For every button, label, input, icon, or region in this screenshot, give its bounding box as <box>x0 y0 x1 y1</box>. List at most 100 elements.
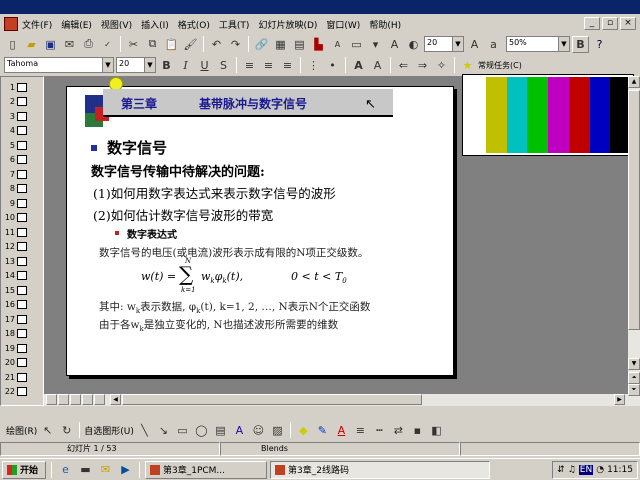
horizontal-scrollbar[interactable]: ◀ ▶ <box>44 394 628 406</box>
paste-icon[interactable]: 📋 <box>163 36 180 53</box>
wordart-insert-icon[interactable]: A <box>231 422 248 439</box>
font-increase-icon[interactable]: A <box>466 36 483 53</box>
hscroll-left-icon[interactable]: ◀ <box>110 394 121 405</box>
3d-icon[interactable]: ◧ <box>428 422 445 439</box>
spell-icon[interactable]: ✓ <box>99 36 116 53</box>
slide-thumb-9[interactable]: 9 <box>3 197 43 209</box>
oval-icon[interactable]: ◯ <box>193 422 210 439</box>
select-arrow-icon[interactable]: ↖ <box>39 422 56 439</box>
bold-toggle[interactable]: B <box>572 35 589 53</box>
save-icon[interactable]: ▣ <box>42 36 59 53</box>
menu-file[interactable]: 文件(F) <box>22 18 52 31</box>
common-tasks-icon[interactable]: ★ <box>459 57 476 74</box>
align-right-icon[interactable]: ≡ <box>279 57 296 74</box>
expand-icon[interactable]: ▾ <box>367 36 384 53</box>
rectangle-icon[interactable]: ▭ <box>174 422 191 439</box>
network-icon[interactable]: ⇵ <box>557 465 565 475</box>
color-preview-window[interactable] <box>462 74 634 156</box>
align-left-icon[interactable]: ≡ <box>241 57 258 74</box>
restore-icon[interactable]: ▫ <box>602 17 618 30</box>
open-icon[interactable]: ▰ <box>23 36 40 53</box>
bullets-icon[interactable]: • <box>324 57 341 74</box>
menu-insert[interactable]: 插入(I) <box>141 18 169 31</box>
tray-icon[interactable]: ◔ <box>596 465 604 475</box>
autoshapes-button[interactable]: 自选图形(U) <box>84 424 134 437</box>
arrow-icon[interactable]: ↘ <box>155 422 172 439</box>
slide-thumb-16[interactable]: 16 <box>3 299 43 311</box>
scroll-up-icon[interactable]: ▲ <box>628 76 640 88</box>
scroll-down-icon[interactable]: ▼ <box>628 358 640 370</box>
line-style-icon[interactable]: ≡ <box>352 422 369 439</box>
volume-icon[interactable]: ♫ <box>568 465 576 475</box>
font-size-combo-2[interactable]: 20 ▼ <box>116 57 156 73</box>
format-painter-icon[interactable]: 🖌 <box>182 36 199 53</box>
menu-format[interactable]: 格式(O) <box>178 18 210 31</box>
scroll-thumb[interactable] <box>628 90 640 330</box>
grayscale-icon[interactable]: ◐ <box>405 36 422 53</box>
redo-icon[interactable]: ↷ <box>227 36 244 53</box>
tables-icon[interactable]: ▦ <box>272 36 289 53</box>
email-icon[interactable]: ✉ <box>61 36 78 53</box>
view-sorter-icon[interactable] <box>82 394 93 405</box>
media-icon[interactable]: ▶ <box>117 461 134 478</box>
slide-thumb-19[interactable]: 19 <box>3 342 43 354</box>
start-button[interactable]: 开始 <box>2 460 46 479</box>
slide-thumb-11[interactable]: 11 <box>3 226 43 238</box>
print-icon[interactable]: ⎙ <box>80 36 97 53</box>
zoom-combo[interactable]: 50% ▼ <box>506 36 570 52</box>
picture-icon[interactable]: ▨ <box>269 422 286 439</box>
next-slide-icon[interactable]: ⏷ <box>628 384 640 396</box>
new-slide-icon[interactable]: ▭ <box>348 36 365 53</box>
ie-icon[interactable]: e <box>57 461 74 478</box>
numbering-icon[interactable]: ⋮ <box>305 57 322 74</box>
slide-thumb-3[interactable]: 3 <box>3 110 43 122</box>
hscroll-thumb[interactable] <box>122 394 422 405</box>
common-tasks-button[interactable]: 常规任务(C) <box>478 60 522 71</box>
new-icon[interactable]: ▯ <box>4 36 21 53</box>
slide-thumb-8[interactable]: 8 <box>3 183 43 195</box>
help-icon[interactable]: ? <box>591 36 608 53</box>
slide-thumb-14[interactable]: 14 <box>3 270 43 282</box>
font-name-combo[interactable]: Tahoma ▼ <box>4 57 114 73</box>
italic-button[interactable]: I <box>177 57 194 74</box>
shadow-button[interactable]: S <box>215 57 232 74</box>
menu-help[interactable]: 帮助(H) <box>369 18 401 31</box>
input-method-icon[interactable]: EN <box>578 464 594 475</box>
animation-icon[interactable]: ✧ <box>433 57 450 74</box>
font-color-icon[interactable]: A <box>333 422 350 439</box>
hscroll-right-icon[interactable]: ▶ <box>614 394 625 405</box>
prev-slide-icon[interactable]: ⏶ <box>628 372 640 384</box>
slide-thumb-6[interactable]: 6 <box>3 154 43 166</box>
slide-thumb-15[interactable]: 15 <box>3 284 43 296</box>
desktop-icon[interactable]: ▬ <box>77 461 94 478</box>
dash-style-icon[interactable]: ┅ <box>371 422 388 439</box>
copy-icon[interactable]: ⧉ <box>144 36 161 53</box>
close-icon[interactable]: × <box>620 17 636 30</box>
slide-thumb-22[interactable]: 22 <box>3 386 43 398</box>
slide-thumb-5[interactable]: 5 <box>3 139 43 151</box>
outlook-icon[interactable]: ✉ <box>97 461 114 478</box>
slide-thumb-20[interactable]: 20 <box>3 357 43 369</box>
draw-menu-button[interactable]: 绘图(R) <box>6 424 37 437</box>
bold-button[interactable]: B <box>158 57 175 74</box>
menu-slideshow[interactable]: 幻灯片放映(D) <box>258 18 317 31</box>
hyperlink-icon[interactable]: 🔗 <box>253 36 270 53</box>
font-decrease-icon[interactable]: a <box>485 36 502 53</box>
align-center-icon[interactable]: ≡ <box>260 57 277 74</box>
show-formatting-icon[interactable]: A <box>386 36 403 53</box>
slide-thumb-13[interactable]: 13 <box>3 255 43 267</box>
slide-thumb-12[interactable]: 12 <box>3 241 43 253</box>
slide-thumb-21[interactable]: 21 <box>3 371 43 383</box>
rotate-icon[interactable]: ↻ <box>58 422 75 439</box>
view-outline-icon[interactable] <box>58 394 69 405</box>
clipart-icon[interactable]: ☺ <box>250 422 267 439</box>
slide-thumb-10[interactable]: 10 <box>3 212 43 224</box>
vertical-scrollbar[interactable]: ▲ ▼ ⏶ ⏷ <box>628 76 640 406</box>
slide-thumb-18[interactable]: 18 <box>3 328 43 340</box>
slide-canvas[interactable]: 第三章 基带脉冲与数字信号 数字信号 数字信号传输中待解决的问题: (1)如何用… <box>66 77 454 376</box>
font-size-combo[interactable]: 20 ▼ <box>424 36 464 52</box>
insert-table-icon[interactable]: ▤ <box>291 36 308 53</box>
line-icon[interactable]: ╲ <box>136 422 153 439</box>
slide-thumb-7[interactable]: 7 <box>3 168 43 180</box>
shadow-icon[interactable]: ▪ <box>409 422 426 439</box>
